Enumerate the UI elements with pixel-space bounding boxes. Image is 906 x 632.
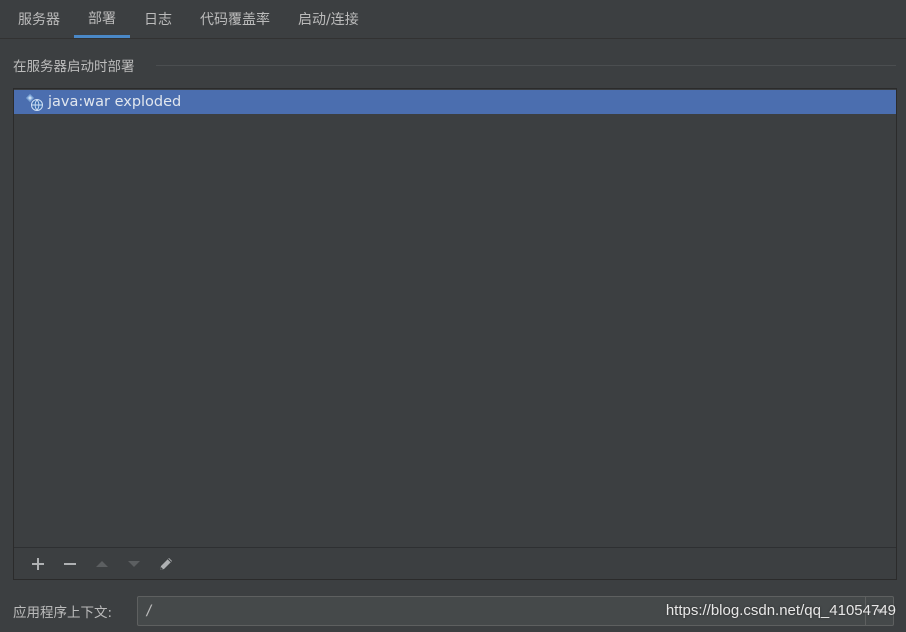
artifact-war-icon [24, 92, 44, 112]
deployment-list[interactable]: java:war exploded [14, 89, 896, 548]
tab-code-coverage[interactable]: 代码覆盖率 [186, 0, 284, 38]
list-toolbar [14, 549, 896, 579]
remove-button[interactable] [54, 550, 86, 578]
context-label: 应用程序上下文: [13, 605, 113, 621]
context-dropdown-button[interactable] [865, 597, 893, 625]
arrow-up-icon [96, 561, 108, 567]
tab-deployment[interactable]: 部署 [74, 0, 130, 38]
context-input[interactable] [138, 597, 865, 625]
edit-button[interactable] [150, 550, 182, 578]
tab-startup-connection[interactable]: 启动/连接 [284, 0, 373, 38]
move-down-button[interactable] [118, 550, 150, 578]
tab-bar: 服务器 部署 日志 代码覆盖率 启动/连接 [0, 0, 906, 39]
tab-logs[interactable]: 日志 [130, 0, 186, 38]
deployment-list-panel: java:war exploded [13, 88, 897, 580]
move-up-button[interactable] [86, 550, 118, 578]
add-button[interactable] [22, 550, 54, 578]
context-combobox[interactable] [137, 596, 894, 626]
list-item[interactable]: java:war exploded [14, 90, 896, 114]
arrow-down-icon [128, 561, 140, 567]
pencil-icon [160, 558, 172, 570]
chevron-down-icon [875, 609, 884, 614]
remove-icon [64, 563, 76, 565]
section-divider [156, 65, 896, 66]
add-icon [32, 558, 44, 570]
tab-server[interactable]: 服务器 [4, 0, 74, 38]
list-item-label: java:war exploded [48, 94, 182, 110]
deploy-section-title: 在服务器启动时部署 [13, 59, 135, 75]
